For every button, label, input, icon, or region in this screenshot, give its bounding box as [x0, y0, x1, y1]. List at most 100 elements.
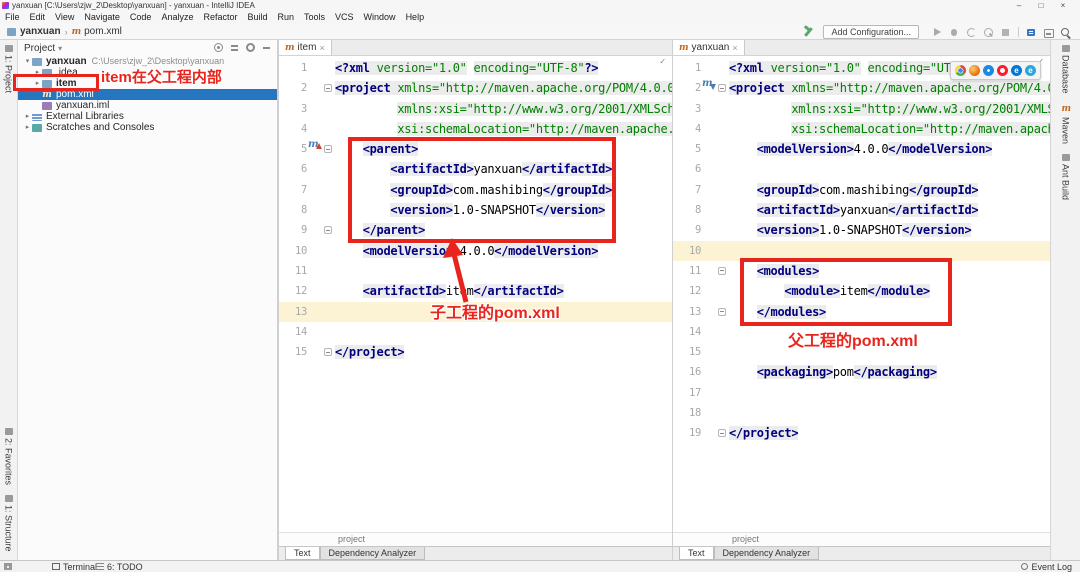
tree-item-pom-xml[interactable]: m pom.xml — [18, 89, 277, 100]
stripe-item-2-favorites[interactable]: 2: Favorites — [4, 428, 14, 485]
debug-button[interactable] — [949, 27, 960, 38]
gutter-icon-spacer — [701, 281, 716, 301]
code-area[interactable]: 1<?xml version="1.0" encoding="UTF-8"?>2… — [673, 56, 1050, 532]
ie-browser-icon[interactable]: e — [1025, 65, 1036, 76]
breadcrumb-project-tag[interactable]: project — [732, 534, 759, 544]
gutter: 14 — [279, 322, 335, 342]
code-token: ="1.0" — [819, 61, 861, 75]
gutter: 11 — [673, 261, 729, 281]
restore-windows-button[interactable] — [1043, 27, 1054, 38]
expand-arrow-icon[interactable]: ▸ — [23, 111, 32, 122]
collapse-all-icon[interactable] — [230, 43, 239, 52]
statusbar-terminal[interactable]: Terminal — [52, 561, 97, 572]
hide-panel-icon[interactable] — [262, 43, 271, 52]
profiler-button[interactable] — [983, 27, 994, 38]
menu-build[interactable]: Build — [242, 11, 272, 24]
menu-view[interactable]: View — [50, 11, 79, 24]
bottom-tab-text[interactable]: Text — [285, 547, 320, 560]
menu-code[interactable]: Code — [125, 11, 157, 24]
add-configuration-button[interactable]: Add Configuration... — [823, 25, 919, 39]
stripe-item-database[interactable]: Database — [1061, 45, 1071, 94]
chrome-browser-icon[interactable] — [955, 65, 966, 76]
tree-item-label: yanxuan.iml — [56, 100, 110, 111]
maven-up-icon[interactable]: m — [307, 139, 322, 159]
fold-marker-icon[interactable] — [322, 342, 335, 362]
expand-arrow-icon[interactable]: ▸ — [23, 122, 32, 133]
fold-marker-icon[interactable] — [322, 139, 335, 159]
code-line: 8 <artifactId>yanxuan</artifactId> — [673, 200, 1050, 220]
bottom-tab-text[interactable]: Text — [679, 547, 714, 560]
code-area[interactable]: 1<?xml version="1.0" encoding="UTF-8"?>2… — [279, 56, 672, 532]
build-hammer-icon[interactable] — [803, 27, 813, 37]
fold-marker-icon[interactable] — [716, 78, 729, 98]
project-structure-button[interactable] — [1026, 27, 1037, 38]
menu-navigate[interactable]: Navigate — [79, 11, 125, 24]
tree-item-yanxuan-iml[interactable]: yanxuan.iml — [18, 100, 277, 111]
firefox-browser-icon[interactable] — [969, 65, 980, 76]
fold-marker-icon[interactable] — [716, 423, 729, 443]
menu-vcs[interactable]: VCS — [330, 11, 359, 24]
coverage-button[interactable] — [966, 27, 977, 38]
menu-help[interactable]: Help — [401, 11, 430, 24]
menu-run[interactable]: Run — [273, 11, 300, 24]
menu-refactor[interactable]: Refactor — [198, 11, 242, 24]
breadcrumb-project[interactable]: yanxuan — [20, 26, 61, 37]
stripe-item-1-project[interactable]: 1: Project — [4, 45, 14, 93]
minimize-button[interactable]: – — [1008, 0, 1030, 11]
menu-tools[interactable]: Tools — [299, 11, 330, 24]
breadcrumb-project-tag[interactable]: project — [338, 534, 365, 544]
bottom-tab-dependency-analyzer[interactable]: Dependency Analyzer — [319, 547, 426, 560]
expand-arrow-icon[interactable]: ▸ — [33, 67, 42, 78]
statusbar-toolgrid[interactable] — [4, 561, 12, 572]
code-line: 17 — [673, 383, 1050, 403]
bottom-tab-dependency-analyzer[interactable]: Dependency Analyzer — [713, 547, 820, 560]
gutter: 1 — [279, 58, 335, 78]
breadcrumb-pom-xml[interactable]: pom.xml — [84, 26, 122, 37]
menu-file[interactable]: File — [0, 11, 25, 24]
code-line: 9 </parent> — [279, 220, 672, 240]
close-button[interactable]: × — [1052, 0, 1074, 11]
project-panel-title[interactable]: Project — [24, 43, 55, 54]
menu-window[interactable]: Window — [359, 11, 401, 24]
expand-arrow-icon[interactable]: ▾ — [23, 56, 32, 67]
close-icon[interactable]: × — [732, 43, 737, 53]
chevron-down-icon[interactable]: ▾ — [58, 44, 62, 53]
gutter: 10 — [279, 241, 335, 261]
search-everywhere-button[interactable] — [1060, 27, 1071, 38]
menu-analyze[interactable]: Analyze — [156, 11, 198, 24]
gear-icon[interactable] — [246, 43, 255, 52]
stripe-item-ant-build[interactable]: Ant Build — [1061, 153, 1071, 200]
fold-marker-icon[interactable] — [322, 220, 335, 240]
tree-item-scratches-and-consoles[interactable]: ▸ Scratches and Consoles — [18, 122, 277, 133]
main-area: 1: Project 2: Favorites 1: Structure Proj… — [0, 40, 1080, 560]
safari-browser-icon[interactable] — [983, 65, 994, 76]
tree-item-external-libraries[interactable]: ▸ External Libraries — [18, 111, 277, 122]
fold-marker-icon[interactable] — [322, 78, 335, 98]
left-tool-stripe: 1: Project 2: Favorites 1: Structure — [0, 40, 18, 560]
stripe-label: Maven — [1060, 116, 1071, 144]
edge-browser-icon[interactable]: e — [1011, 65, 1022, 76]
menu-edit[interactable]: Edit — [25, 11, 51, 24]
stripe-item-maven[interactable]: m Maven — [1060, 104, 1072, 144]
stop-button[interactable] — [1000, 27, 1011, 38]
code-token: </artifactId> — [473, 284, 564, 299]
fold-marker-icon[interactable] — [716, 302, 729, 322]
editor-tab-yanxuan[interactable]: m yanxuan × — [673, 40, 745, 55]
locate-file-icon[interactable] — [214, 43, 223, 52]
statusbar-6-todo[interactable]: 6: TODO — [96, 561, 143, 572]
tree-item--idea[interactable]: ▸ .idea — [18, 67, 277, 78]
stripe-item-1-structure[interactable]: 1: Structure — [4, 495, 14, 552]
tree-item-yanxuan[interactable]: ▾ yanxuan C:\Users\zjw_2\Desktop\yanxuan — [18, 56, 277, 67]
maximize-button[interactable]: □ — [1030, 0, 1052, 11]
gutter: 6 — [279, 159, 335, 179]
expand-arrow-icon[interactable]: ▸ — [33, 78, 42, 89]
run-button[interactable] — [932, 27, 943, 38]
maven-down-icon[interactable]: m — [701, 78, 716, 98]
statusbar-event-log[interactable]: Event Log — [1021, 561, 1072, 572]
tree-item-item[interactable]: ▸ item — [18, 78, 277, 89]
fold-marker-icon[interactable] — [716, 261, 729, 281]
opera-browser-icon[interactable] — [997, 65, 1008, 76]
editor-tab-item[interactable]: m item × — [279, 40, 332, 55]
close-icon[interactable]: × — [319, 43, 324, 53]
